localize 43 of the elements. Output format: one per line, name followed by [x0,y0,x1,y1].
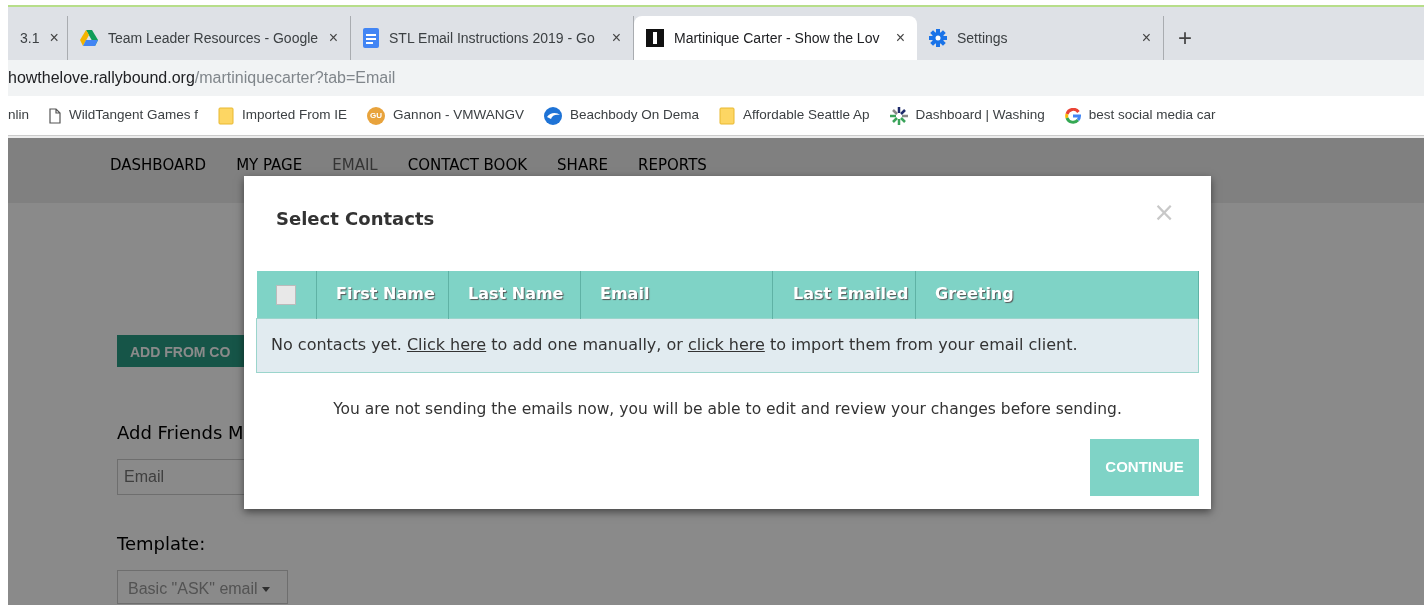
page-icon [49,107,61,124]
dialog-title: Select Contacts [276,207,435,231]
bookmark[interactable]: best social media car [1064,105,1216,126]
folder-icon [218,106,235,125]
column-header: Last Emailed [772,271,916,318]
template-label: Template: [117,532,206,556]
text-link[interactable]: Click here [406,335,487,354]
close-tab-button[interactable]: × [49,26,59,50]
google-icon [1064,107,1081,124]
text-link[interactable]: click here [687,335,765,354]
address-bar[interactable]: howthelove.rallybound.org/martiniquecarter?tab=Email [8,60,1424,96]
globe-icon [543,106,562,125]
close-tab-button[interactable]: × [328,26,338,50]
info-text: You are not sending the emails now, you will be able to edit and review your changes before sending. [332,399,1123,420]
new-tab-button[interactable]: + [1164,16,1206,60]
browser-tab[interactable]: Martinique Carter - Show the Lov × [634,16,917,60]
column-header: First Name [316,271,449,318]
column-header: Last Name [448,271,581,318]
caret-icon [262,587,271,593]
column-header: Greeting [915,271,1199,318]
select-all-checkbox[interactable] [276,284,297,305]
bookmark[interactable]: Beachbody On Dema [543,105,699,126]
close-tab-button[interactable]: × [1141,26,1151,50]
burst-icon [889,106,908,125]
bookmark[interactable]: GU Gannon - VMWANGV [367,105,524,126]
bookmark[interactable]: WildTangent Games f [49,105,199,126]
close-tab-button[interactable]: × [895,26,905,50]
nav-link[interactable]: DASHBOARD [110,154,207,203]
section-heading: Add Friends M [117,421,244,445]
empty-message: No contacts yet. Click here to add one manually, or click here to import them from your email client. [256,318,1199,372]
close-tab-button[interactable]: × [611,26,621,50]
bookmark[interactable]: Affordable Seattle Ap [719,105,870,126]
badge-icon: GU [367,106,386,125]
bookmark[interactable]: nlin [8,105,29,126]
bookmark[interactable]: Dashboard | Washing [889,105,1045,126]
drive-icon [80,30,98,46]
column-header: Email [580,271,773,318]
bookmark[interactable]: Imported From IE [218,105,348,126]
settings-icon [929,29,947,47]
site-icon [646,29,664,47]
document-icon [363,28,379,48]
folder-icon [719,106,735,125]
email-field[interactable]: Email [117,459,247,495]
